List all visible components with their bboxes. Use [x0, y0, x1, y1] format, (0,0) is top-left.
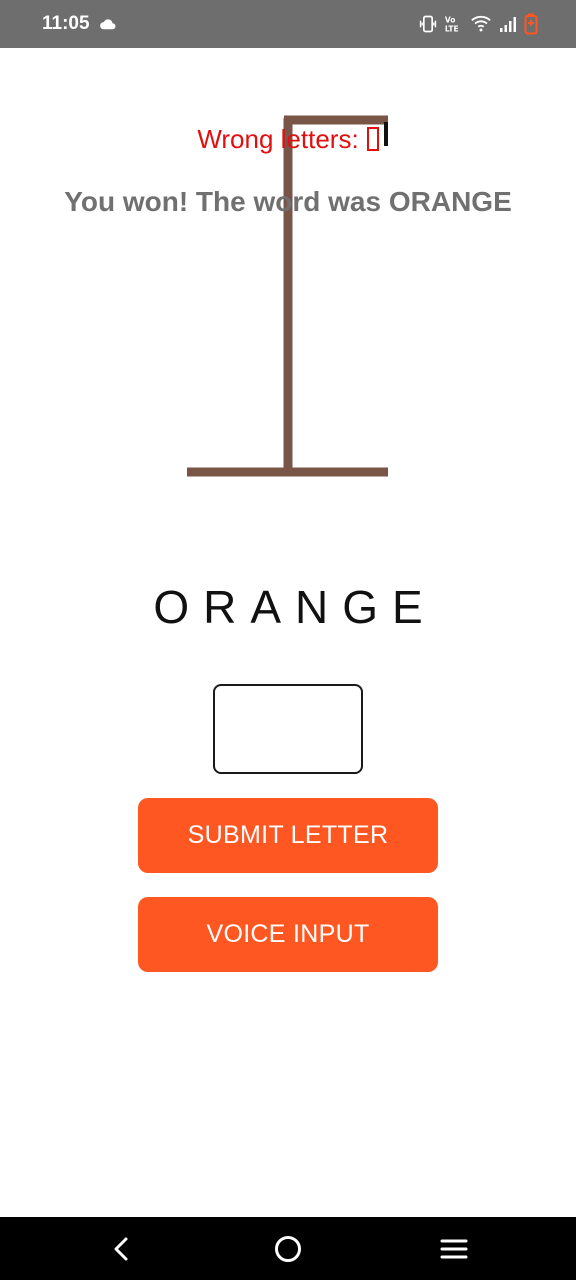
svg-text:Vo: Vo — [445, 15, 456, 24]
status-icons: Vo LTE — [418, 12, 538, 36]
status-bar: 11:05 Vo LTE — [0, 0, 576, 48]
signal-icon — [500, 17, 516, 32]
svg-text:LTE: LTE — [445, 25, 459, 34]
back-button[interactable] — [104, 1231, 140, 1267]
recents-icon — [440, 1239, 468, 1259]
word-display: ORANGE — [153, 581, 437, 633]
wrong-letters-empty-box — [366, 127, 379, 151]
navigation-bar — [0, 1217, 576, 1280]
wifi-icon — [471, 15, 491, 32]
back-icon — [114, 1237, 128, 1261]
vibrate-icon — [419, 15, 437, 33]
voice-input-button[interactable]: VOICE INPUT — [138, 897, 438, 972]
letter-input[interactable] — [213, 684, 363, 774]
recents-button[interactable] — [436, 1231, 472, 1267]
home-button[interactable] — [270, 1231, 306, 1267]
hangman-gallows — [187, 115, 388, 477]
result-message: You won! The word was ORANGE — [64, 186, 512, 217]
battery-low-icon — [524, 13, 538, 35]
cloud-icon — [100, 19, 116, 30]
submit-letter-button[interactable]: SUBMIT LETTER — [138, 798, 438, 873]
status-time: 11:05 — [42, 13, 90, 34]
home-icon — [275, 1236, 301, 1262]
volte-icon: Vo LTE — [445, 15, 459, 34]
wrong-letters-row: Wrong letters: — [0, 124, 576, 155]
wrong-letters-label: Wrong letters: — [197, 124, 359, 154]
